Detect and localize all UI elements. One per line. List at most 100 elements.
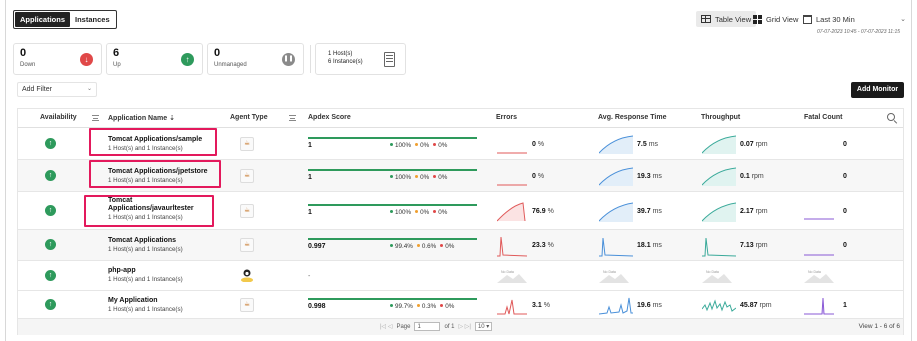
fatal-no-data: No Data [804,270,834,283]
app-name-link-line1[interactable]: Tomcat [108,197,132,205]
time-range-text: 07-07-2023 10:45 - 07-07-2023 11:15 [817,29,901,35]
first-prev-page-buttons[interactable]: |◁ ◁ [380,323,392,330]
fatal-count-value: 0 [843,242,847,249]
time-range-select[interactable]: Last 30 Min ⌄ [803,11,906,27]
filter-icon[interactable] [289,115,296,121]
errors-value: 23.3 % [532,242,554,249]
apex-breakdown: 99.7% 0.3% 0% [386,303,454,310]
app-host-instance: 1 Host(s) and 1 Instance(s) [108,177,183,184]
unmanaged-card[interactable]: 0 Unmanaged ❚❚ [207,43,304,75]
errors-value: 0 % [532,141,545,148]
col-application-name[interactable]: Application Name ⇣ [108,114,175,122]
grid-view-button[interactable]: Grid View [748,11,803,27]
table-row[interactable]: ↑ php-app 1 Host(s) and 1 Instance(s) - … [18,261,903,291]
apex-score: - [308,273,311,280]
svg-text:No Data: No Data [603,270,616,274]
arrow-up-icon: ↑ [45,239,56,250]
apex-score: 1 [308,174,312,181]
chevron-down-icon: ⌄ [86,86,92,92]
apex-bar [308,238,477,240]
table-row[interactable]: ↑ Tomcat Applications/sample 1 Host(s) a… [18,128,903,160]
filter-icon[interactable] [92,115,99,121]
page-of-label: of 1 [444,323,455,330]
table-row[interactable]: ↑ Tomcat Applications 1 Host(s) and 1 In… [18,230,903,261]
throughput-sparkline [702,299,736,312]
unmanaged-label: Unmanaged [214,62,247,68]
fatal-sparkline [804,218,834,220]
response-time-sparkline [599,135,633,154]
app-name-link[interactable]: php-app [108,267,136,275]
table-header: Availability Application Name ⇣ Agent Ty… [18,109,903,128]
table-icon [701,15,711,23]
down-count: 0 [20,47,27,59]
server-icon [384,52,395,67]
app-host-instance: 1 Host(s) and 1 Instance(s) [108,214,183,221]
apex-bar [308,169,477,171]
table-row[interactable]: ↑ Tomcat Applications/javaurltester 1 Ho… [18,192,903,230]
fatal-count-value: 0 [843,208,847,215]
col-throughput[interactable]: Throughput [701,114,740,121]
throughput-no-data: No Data [702,270,732,283]
errors-sparkline [497,152,527,154]
arrow-down-icon: ↓ [80,53,93,66]
tab-applications[interactable]: Applications [15,12,71,27]
down-card[interactable]: 0 Down ↓ [13,43,102,75]
fatal-count-value: 1 [843,302,847,309]
unmanaged-count: 0 [214,47,221,59]
tab-instances[interactable]: Instances [70,12,115,27]
chevron-down-icon: ⌄ [900,16,906,23]
next-last-page-buttons[interactable]: ▷ ▷| [459,323,471,330]
add-filter-dropdown[interactable]: Add Filter ⌄ [17,82,97,97]
col-errors[interactable]: Errors [496,114,517,121]
app-name-link[interactable]: My Application [108,297,158,305]
fatal-count-value: 0 [843,173,847,180]
col-availability[interactable]: Availability [40,114,77,121]
calendar-icon [803,14,812,24]
app-name-link[interactable]: Tomcat Applications [108,237,176,245]
errors-sparkline [497,202,526,222]
arrow-up-icon: ↑ [45,270,56,281]
table-row[interactable]: ↑ My Application 1 Host(s) and 1 Instanc… [18,291,903,319]
fatal-count-value: 0 [843,141,847,148]
app-name-link[interactable]: Tomcat Applications/sample [108,136,202,144]
app-host-instance: 1 Host(s) and 1 Instance(s) [108,276,183,283]
table-footer: |◁ ◁ Page 1 of 1 ▷ ▷| 10 ▾ View 1 - 6 of… [18,319,903,335]
throughput-sparkline [702,237,736,257]
time-range-value: Last 30 Min [816,14,855,24]
app-host-instance: 1 Host(s) and 1 Instance(s) [108,246,183,253]
app-name-link-line2[interactable]: Applications/javaurltester [108,205,194,213]
java-agent-icon: ☕ [240,137,254,151]
col-fatal-count[interactable]: Fatal Count [804,114,843,121]
app-name-link[interactable]: Tomcat Applications/jpetstore [108,168,208,176]
col-apdex-score[interactable]: Apdex Score [308,114,351,121]
apex-score: 0.997 [308,243,326,250]
apex-breakdown: 99.4% 0.6% 0% [386,243,454,250]
arrow-up-icon: ↑ [45,299,56,310]
search-icon[interactable] [887,113,895,121]
instances-count: 6 Instance(s) [328,59,363,65]
response-time-sparkline [599,167,633,186]
col-agent-type[interactable]: Agent Type [230,114,268,121]
applications-instances-toggle: Applications Instances [13,10,117,29]
down-label: Down [20,62,36,68]
table-row[interactable]: ↑ Tomcat Applications/jpetstore 1 Host(s… [18,160,903,192]
grid-icon [753,14,762,24]
response-time-value: 19.6 ms [637,302,662,309]
errors-sparkline [497,236,527,257]
java-agent-icon: ☕ [240,298,254,312]
col-avg-response-time[interactable]: Avg. Response Time [598,114,666,121]
add-monitor-button[interactable]: Add Monitor [851,82,904,98]
add-filter-label: Add Filter [22,86,52,93]
java-agent-icon: ☕ [240,169,254,183]
response-time-no-data: No Data [599,270,629,283]
arrow-up-icon: ↑ [45,138,56,149]
app-host-instance: 1 Host(s) and 1 Instance(s) [108,306,183,313]
svg-text:No Data: No Data [706,270,719,274]
up-card[interactable]: 6 Up ↑ [106,43,203,75]
page-number-input[interactable]: 1 [414,322,441,331]
throughput-value: 0.07 rpm [740,141,768,148]
rows-per-page-select[interactable]: 10 ▾ [474,322,493,331]
errors-value: 0 % [532,173,545,180]
card-divider [310,45,311,73]
up-count: 6 [113,47,120,59]
